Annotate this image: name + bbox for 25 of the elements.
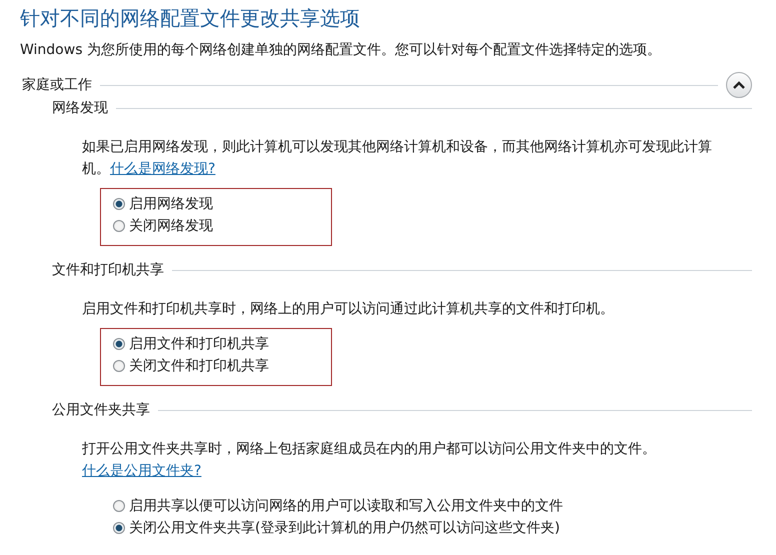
section-heading: 网络发现 (52, 99, 108, 118)
collapse-button[interactable] (726, 72, 752, 98)
section-description: 如果已启用网络发现，则此计算机可以发现其他网络计算机和设备，而其他网络计算机亦可发现此计算机。什么是网络发现? (82, 138, 713, 179)
help-link[interactable]: 什么是网络发现? (110, 161, 216, 177)
chevron-up-icon (733, 81, 745, 89)
radio-button[interactable] (113, 198, 125, 210)
radio-button[interactable] (113, 500, 125, 512)
radio-option[interactable]: 关闭公用文件夹共享(登录到此计算机的用户仍然可以访问这些文件夹) (113, 517, 563, 539)
radio-option[interactable]: 启用网络发现 (113, 193, 301, 215)
help-link[interactable]: 什么是公用文件夹? (82, 463, 202, 479)
radio-option[interactable]: 启用文件和打印机共享 (113, 333, 301, 355)
radio-option[interactable]: 启用共享以便可以访问网络的用户可以读取和写入公用文件夹中的文件 (113, 495, 563, 517)
section-description: 启用文件和打印机共享时，网络上的用户可以访问通过此计算机共享的文件和打印机。 (82, 300, 615, 319)
section-heading: 公用文件夹共享 (52, 401, 150, 420)
radio-option[interactable]: 关闭文件和打印机共享 (113, 355, 301, 377)
radio-option[interactable]: 关闭网络发现 (113, 215, 301, 237)
page-title: 针对不同的网络配置文件更改共享选项 (20, 5, 361, 32)
radio-button[interactable] (113, 522, 125, 534)
radio-button[interactable] (113, 338, 125, 350)
page-description: Windows 为您所使用的每个网络创建单独的网络配置文件。您可以针对每个配置文件选择特定的选项。 (20, 41, 662, 60)
section-description: 打开公用文件夹共享时，网络上包括家庭组成员在内的用户都可以访问公用文件夹中的文件。 什么是公用文件夹? (82, 440, 657, 481)
radio-button[interactable] (113, 360, 125, 372)
group-label: 家庭或工作 (22, 76, 92, 95)
section-heading: 文件和打印机共享 (52, 261, 164, 280)
radio-button[interactable] (113, 220, 125, 232)
